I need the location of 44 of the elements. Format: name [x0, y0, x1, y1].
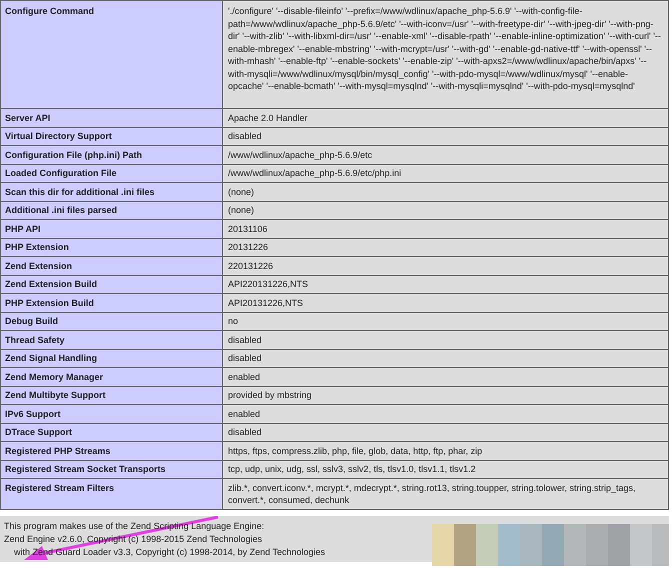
- row-value: (none): [222, 182, 668, 201]
- row-label: DTrace Support: [0, 423, 222, 442]
- row-value: /www/wdlinux/apache_php-5.6.9/etc/php.ini: [222, 164, 668, 182]
- row-value: enabled: [222, 368, 668, 386]
- row-value: disabled: [222, 349, 668, 368]
- row-value: disabled: [222, 127, 668, 146]
- row-label: Virtual Directory Support: [0, 127, 222, 146]
- row-label: Registered Stream Socket Transports: [0, 460, 222, 478]
- row-label: Zend Signal Handling: [0, 349, 222, 368]
- row-label: Thread Safety: [0, 330, 222, 349]
- row-label: Scan this dir for additional .ini files: [0, 182, 222, 201]
- row-value: API20131226,NTS: [222, 294, 668, 312]
- row-value: 20131106: [222, 220, 668, 238]
- row-value: provided by mbstring: [222, 386, 668, 404]
- row-value: tcp, udp, unix, udg, ssl, sslv3, sslv2, tls, tlsv1.0, tlsv1.1, tlsv1.2: [222, 460, 668, 478]
- row-value: 20131226: [222, 238, 668, 256]
- row-value: Apache 2.0 Handler: [222, 108, 668, 127]
- row-value: './configure' '--disable-fileinfo' '--prefix=/www/wdlinux/apache_php-5.6.9' '--with-config-file-path=/www/wdlinux/apache_php-5.6.9/etc' '--with-iconv=/usr' '--with-freetype-dir' '--with-jpeg-dir' '--with-png-dir' '--with-zlib' '--with-libxml-dir=/usr' '--enable-xml' '--disable-rpath' '--enable-inline-optimization' '--with-curl' '--enable-mbregex' '--enable-mbstring' '--with-mcrypt=/usr' '--with-gd' '--enable-gd-native-ttf' '--with-openssl' '--with-mhash' '--enable-ftp' '--enable-sockets' '--enable-zip' '--with-apxs2=/www/wdlinux/apache/bin/apxs' '--with-mysqli=/www/wdlinux/mysql/bin/mysql_config' '--with-pdo-mysql=/www/wdlinux/mysql' '--enable-opcache' '--enable-bcmath' '--with-mysql=mysqlnd' '--with-mysqli=mysqlnd' '--with-pdo-mysql=mysqlnd': [222, 0, 668, 108]
- row-label: Additional .ini files parsed: [0, 201, 222, 220]
- row-value: no: [222, 312, 668, 330]
- row-value: disabled: [222, 423, 668, 442]
- row-label: Zend Extension: [0, 256, 222, 275]
- row-label: Configure Command: [0, 0, 222, 108]
- row-label: Zend Multibyte Support: [0, 386, 222, 404]
- row-label: Loaded Configuration File: [0, 164, 222, 182]
- row-label: Server API: [0, 108, 222, 127]
- row-label: Zend Extension Build: [0, 275, 222, 294]
- row-value: disabled: [222, 330, 668, 349]
- row-value: 220131226: [222, 256, 668, 275]
- row-label: PHP Extension Build: [0, 294, 222, 312]
- row-value: enabled: [222, 404, 668, 423]
- row-label: Zend Memory Manager: [0, 368, 222, 386]
- row-value: (none): [222, 201, 668, 220]
- row-value: zlib.*, convert.iconv.*, mcrypt.*, mdecrypt.*, string.rot13, string.toupper, string.tolower, string.strip_tags, convert.*, consumed, dechunk: [222, 478, 668, 510]
- row-label: IPv6 Support: [0, 404, 222, 423]
- row-value: /www/wdlinux/apache_php-5.6.9/etc: [222, 146, 668, 164]
- row-label: Registered PHP Streams: [0, 442, 222, 460]
- row-label: PHP Extension: [0, 238, 222, 256]
- row-label: PHP API: [0, 220, 222, 238]
- row-label: Registered Stream Filters: [0, 478, 222, 510]
- row-label: Debug Build: [0, 312, 222, 330]
- row-value: API220131226,NTS: [222, 275, 668, 294]
- row-label: Configuration File (php.ini) Path: [0, 146, 222, 164]
- row-value: https, ftps, compress.zlib, php, file, glob, data, http, ftp, phar, zip: [222, 442, 668, 460]
